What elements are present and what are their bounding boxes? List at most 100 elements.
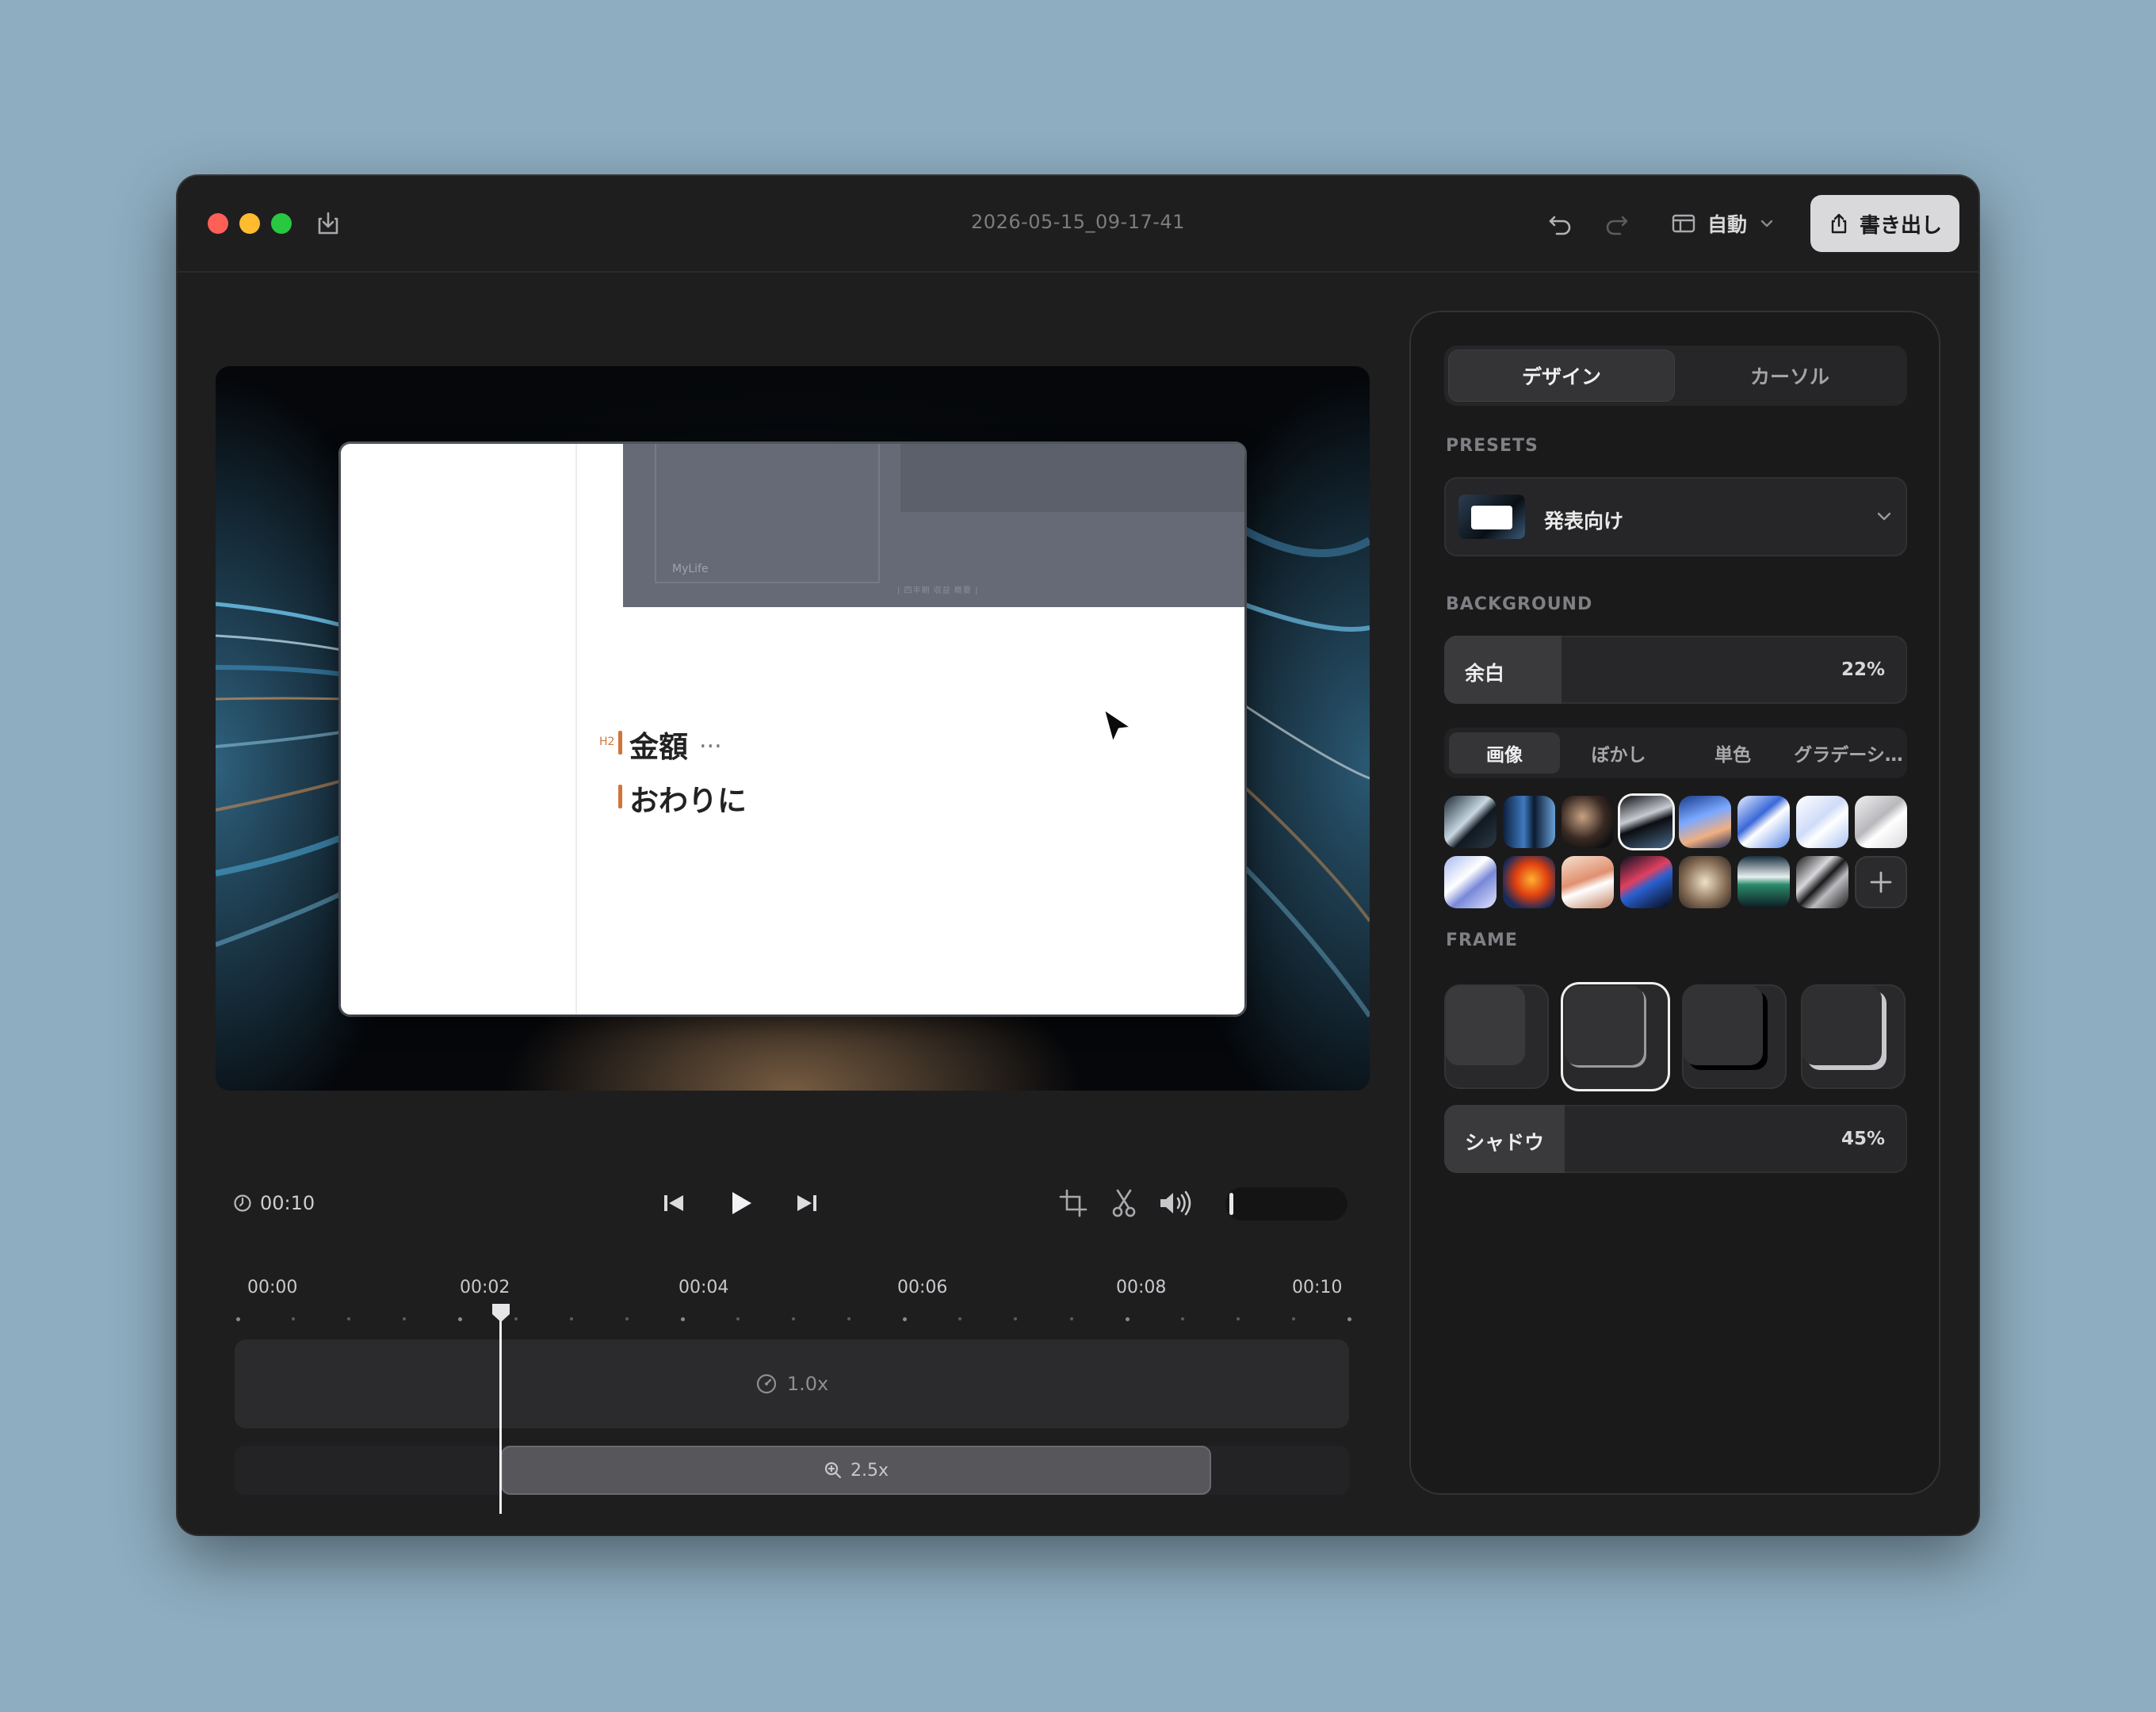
padding-value: 22% [1841, 659, 1885, 680]
heading-conclusion: おわりに [629, 784, 747, 818]
inspector-tabs: デザイン カーソル [1444, 346, 1907, 406]
crop-icon[interactable] [1057, 1187, 1089, 1219]
undo-arrow-icon[interactable] [1546, 209, 1574, 238]
heading-ellipsis: ... [699, 726, 722, 754]
wallpaper-thumbnail[interactable] [1679, 856, 1731, 908]
preview-canvas[interactable]: MyLife | 四半期 収益 概要 | H2 金額 ... おわりに [216, 366, 1370, 1091]
wallpaper-thumbnail[interactable] [1503, 796, 1555, 848]
ruler-label: 00:02 [460, 1278, 510, 1297]
ruler-tick [570, 1317, 573, 1320]
ruler-tick [1126, 1317, 1130, 1321]
preset-thumbnail [1458, 495, 1525, 539]
share-up-icon [1831, 213, 1847, 234]
heading-accent-bar [618, 785, 622, 808]
redo-arrow-icon[interactable] [1603, 209, 1631, 238]
frame-option-shadow[interactable] [1682, 984, 1787, 1089]
ruler-tick [236, 1317, 240, 1321]
dimmed-overlay-region: MyLife | 四半期 収益 概要 | [623, 444, 1244, 607]
skip-back-icon[interactable] [656, 1186, 691, 1221]
ruler-tick [903, 1317, 907, 1321]
volume-slider[interactable] [1225, 1187, 1348, 1221]
chevron-down-icon [1760, 220, 1773, 227]
skip-forward-icon[interactable] [789, 1186, 824, 1221]
frame-option-bezel[interactable] [1801, 984, 1906, 1089]
ruler-tick [958, 1317, 961, 1320]
speaker-volume-icon[interactable] [1157, 1187, 1194, 1219]
ruler-tick [403, 1317, 406, 1320]
volume-slider-knob[interactable] [1229, 1193, 1233, 1215]
title-bar: 2026-05-15_09-17-41 自動 書き出し [178, 176, 1978, 273]
plus-icon [1870, 871, 1892, 893]
magnifier-plus-icon [824, 1462, 842, 1479]
wallpaper-thumbnail[interactable] [1855, 796, 1907, 848]
duration-readout: 00:10 [233, 1192, 315, 1214]
wallpaper-thumbnail[interactable] [1620, 856, 1672, 908]
wallpaper-thumbnail[interactable] [1503, 856, 1555, 908]
frame-option-none[interactable] [1444, 984, 1549, 1089]
ruler-label: 00:10 [1292, 1278, 1343, 1297]
play-icon[interactable] [723, 1186, 758, 1221]
preset-dropdown[interactable]: 発表向け [1444, 477, 1907, 556]
ruler-tick [347, 1317, 350, 1320]
ruler-tick [458, 1317, 462, 1321]
wallpaper-thumbnail[interactable] [1620, 796, 1672, 848]
wallpaper-thumbnail[interactable] [1796, 856, 1848, 908]
playhead-line[interactable] [499, 1309, 502, 1514]
bg-tab-gradient[interactable]: グラデーシ… [1791, 732, 1906, 774]
scissors-icon[interactable] [1108, 1187, 1140, 1219]
ruler-tick [1014, 1317, 1017, 1320]
ruler-tick [1070, 1317, 1073, 1320]
overlay-top-band [900, 444, 1244, 512]
ruler-tick [847, 1317, 851, 1320]
ruler-tick [1237, 1317, 1240, 1320]
clock-icon [234, 1194, 251, 1212]
wallpaper-thumbnail[interactable] [1562, 796, 1614, 848]
export-label: 書き出し [1859, 213, 1942, 238]
overlay-app-label: MyLife [672, 563, 709, 575]
wallpaper-thumbnail[interactable] [1796, 796, 1848, 848]
playhead-handle[interactable] [490, 1301, 512, 1324]
ruler-tick [514, 1317, 518, 1320]
zoom-segment[interactable]: 2.5x [501, 1446, 1211, 1495]
wallpaper-thumbnail[interactable] [1444, 796, 1497, 848]
speed-label: 1.0x [786, 1373, 829, 1395]
tab-design[interactable]: デザイン [1449, 350, 1674, 401]
wallpaper-thumbnail[interactable] [1444, 856, 1497, 908]
bg-tab-solid[interactable]: 単色 [1677, 732, 1788, 774]
frame-option-thin[interactable] [1563, 984, 1668, 1089]
layout-mode-label: 自動 [1707, 213, 1748, 236]
wallpaper-thumbnail[interactable] [1737, 796, 1790, 848]
duration-text: 00:10 [260, 1192, 315, 1214]
padding-slider[interactable]: 余白 22% [1444, 636, 1907, 704]
ruler-tick [681, 1317, 685, 1321]
ruler-tick [1348, 1317, 1351, 1321]
ruler-tick [625, 1317, 629, 1320]
add-wallpaper-button[interactable] [1855, 856, 1907, 908]
ruler-label: 00:06 [897, 1278, 948, 1297]
speedometer-icon [756, 1374, 776, 1394]
ruler-label: 00:00 [247, 1278, 298, 1297]
wallpaper-thumbnail[interactable] [1562, 856, 1614, 908]
padding-label: 余白 [1465, 662, 1505, 685]
ruler-tick [1292, 1317, 1295, 1320]
bg-tab-image[interactable]: 画像 [1449, 732, 1560, 774]
background-header: BACKGROUND [1446, 594, 1593, 614]
layout-mode-dropdown[interactable]: 自動 [1671, 208, 1776, 239]
bg-tab-blur[interactable]: ぼかし [1563, 732, 1674, 774]
h2-tag: H2 [599, 736, 615, 748]
frame-divider [575, 444, 577, 1015]
wallpaper-thumbnail[interactable] [1679, 796, 1731, 848]
chevron-down-icon [1877, 512, 1891, 521]
presets-header: PRESETS [1446, 436, 1539, 456]
ruler-label: 00:04 [679, 1278, 729, 1297]
cursor-arrow-icon [1102, 707, 1133, 745]
wallpaper-streaks-left [216, 602, 350, 947]
speed-track[interactable]: 1.0x [235, 1339, 1349, 1428]
tab-cursor[interactable]: カーソル [1677, 350, 1902, 401]
frame-header: FRAME [1446, 931, 1518, 950]
shadow-slider[interactable]: シャドウ 45% [1444, 1105, 1907, 1173]
wallpaper-thumbnail[interactable] [1737, 856, 1790, 908]
layout-panel-icon [1672, 214, 1695, 233]
export-button[interactable]: 書き出し [1810, 195, 1959, 252]
heading-accent-bar [618, 731, 622, 755]
